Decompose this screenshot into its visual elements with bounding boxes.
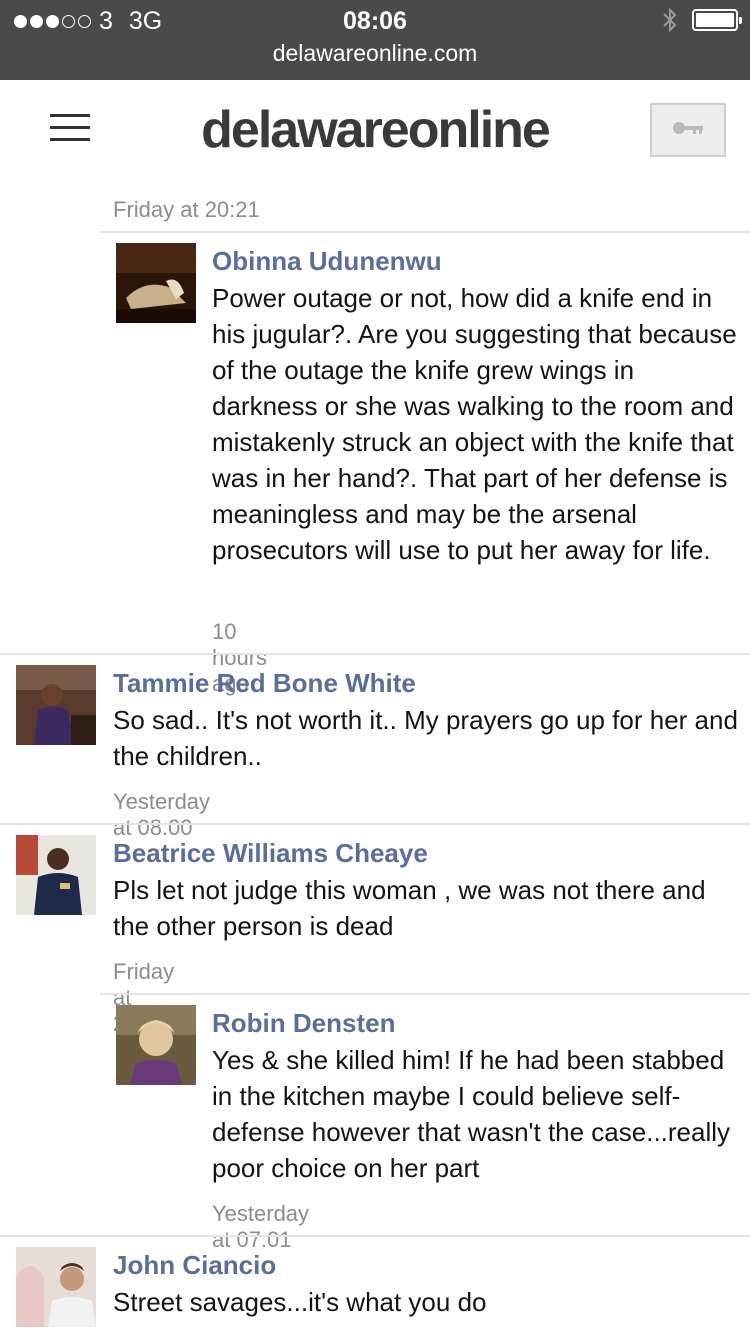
- comment-author[interactable]: John Ciancio: [113, 1250, 276, 1281]
- avatar[interactable]: [116, 243, 196, 323]
- site-logo[interactable]: delawareonline: [0, 100, 750, 160]
- comment-author[interactable]: Robin Densten: [212, 1008, 395, 1039]
- comment-author[interactable]: Tammie Red Bone White: [113, 668, 416, 699]
- site-header: delawareonline: [0, 80, 750, 180]
- address-bar-url[interactable]: delawareonline.com: [0, 40, 750, 67]
- comment-timestamp[interactable]: Yesterday at 08:00: [113, 789, 210, 841]
- comment-text: Pls let not judge this woman , we was no…: [113, 875, 706, 941]
- clock: 08:06: [343, 7, 407, 35]
- divider: [100, 993, 750, 995]
- comment-text: Street savages...it's what you do: [113, 1287, 487, 1317]
- avatar[interactable]: [16, 835, 96, 915]
- avatar[interactable]: [16, 1247, 96, 1327]
- avatar[interactable]: [16, 665, 96, 745]
- comment-text: Yes & she killed him! If he had been sta…: [212, 1045, 731, 1183]
- comment-text: Power outage or not, how did a knife end…: [212, 283, 737, 565]
- comment-author[interactable]: Beatrice Williams Cheaye: [113, 838, 428, 869]
- divider: [100, 231, 750, 233]
- key-icon: [671, 119, 705, 142]
- status-bar: 3 3G 08:06 delawareonline.com: [0, 0, 750, 80]
- avatar[interactable]: [116, 1005, 196, 1085]
- divider: [0, 1235, 750, 1237]
- login-button[interactable]: [650, 103, 726, 157]
- battery-icon: [692, 9, 742, 31]
- comment-timestamp[interactable]: Yesterday at 07:01: [212, 1201, 309, 1253]
- divider: [0, 823, 750, 825]
- reply-timestamp[interactable]: Friday at 20:21: [113, 197, 260, 223]
- divider: [0, 653, 750, 655]
- comment-author[interactable]: Obinna Udunenwu: [212, 246, 442, 277]
- comment-text: So sad.. It's not worth it.. My prayers …: [113, 705, 738, 771]
- bluetooth-icon: [662, 7, 678, 33]
